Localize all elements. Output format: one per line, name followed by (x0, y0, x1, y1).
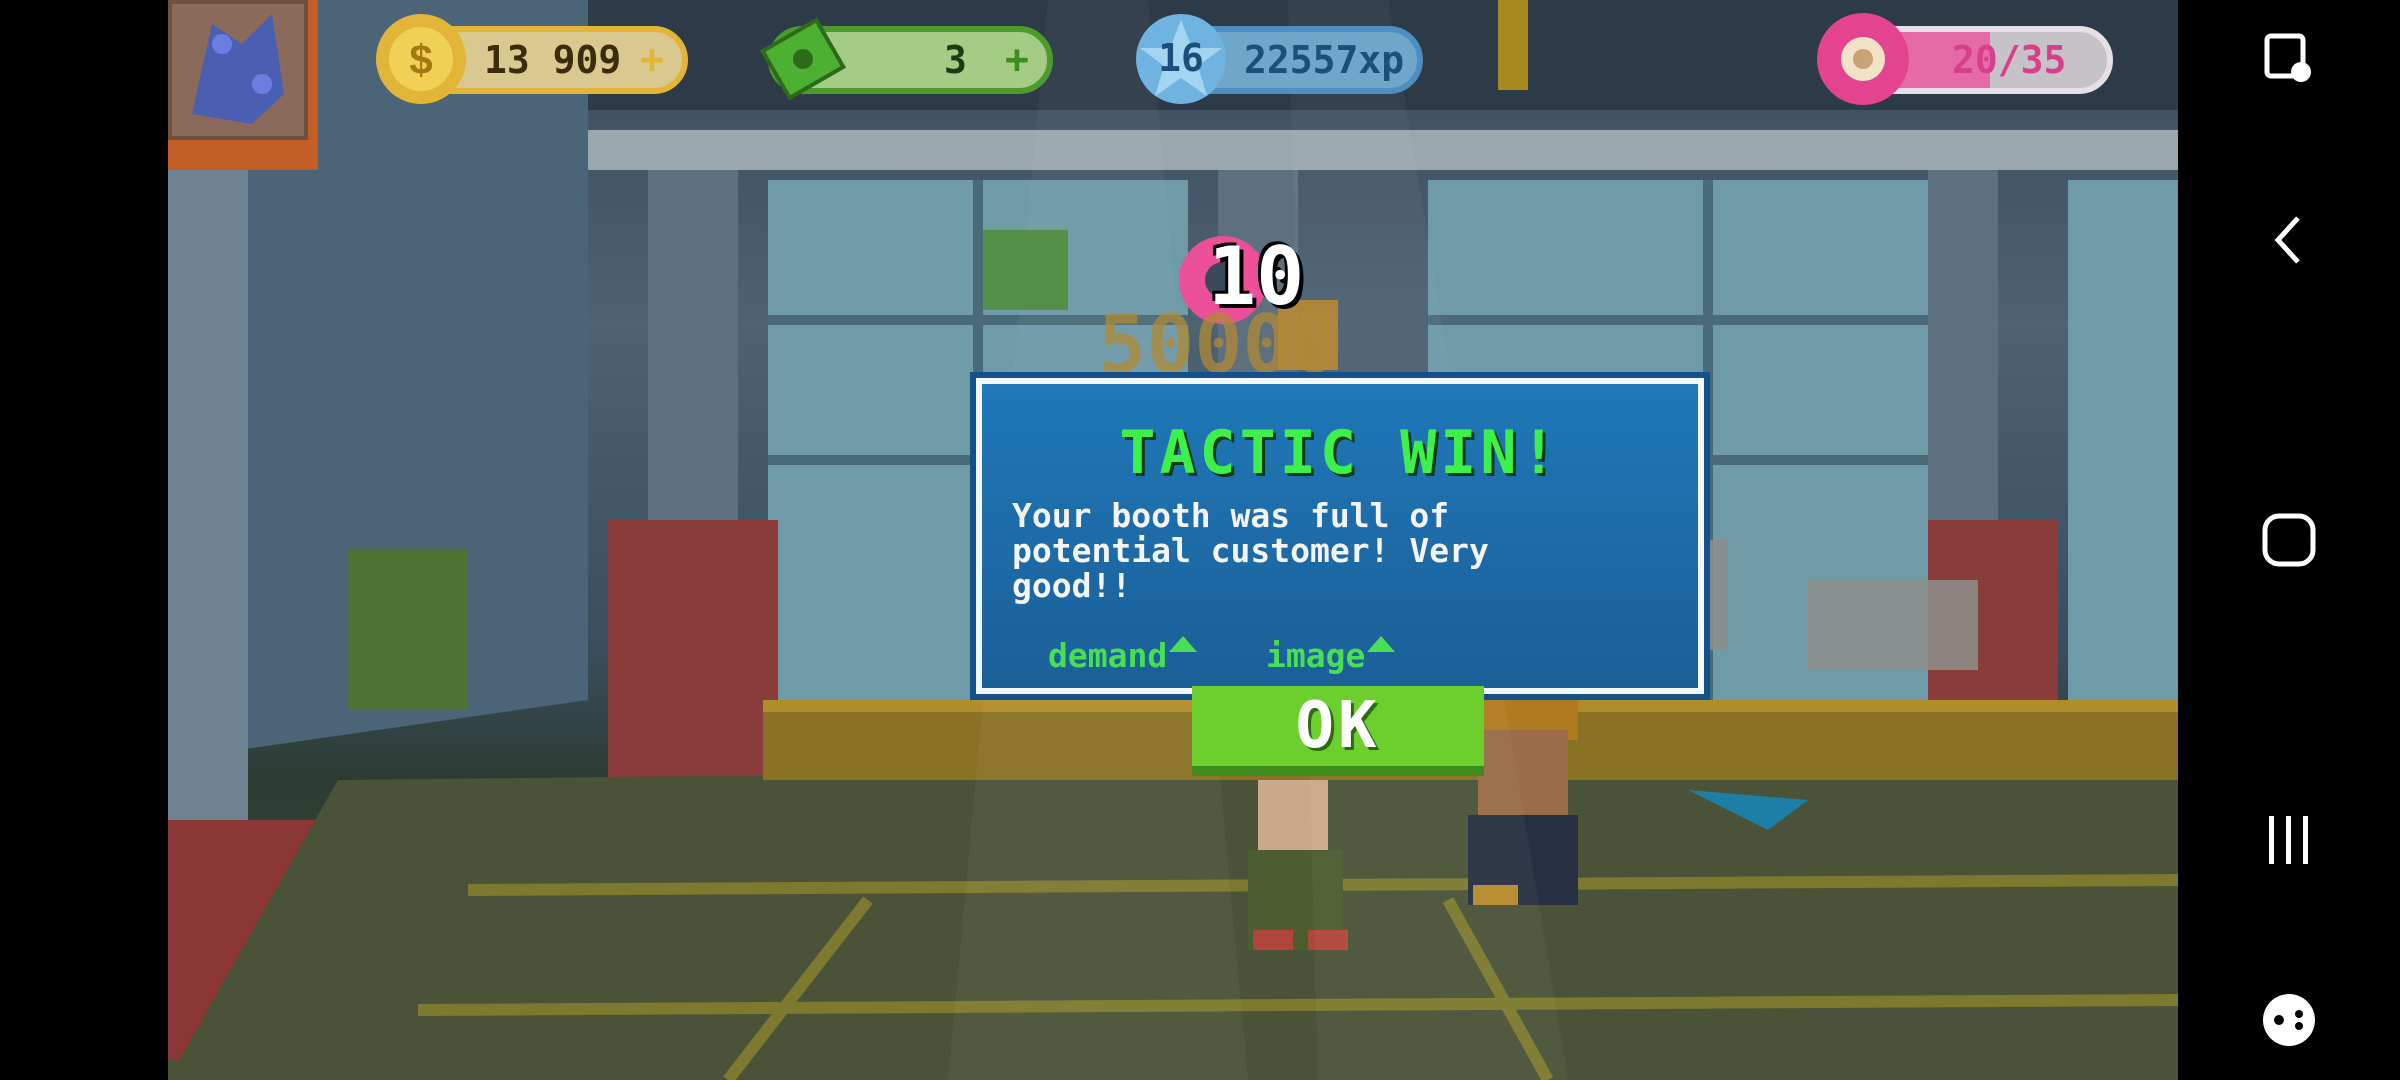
tactic-result-dialog: TACTIC WIN! Your booth was full of poten… (970, 372, 1710, 700)
character-portrait-icon[interactable] (168, 0, 308, 140)
level-star-icon: 16 (1136, 14, 1226, 104)
xp-amount: 22557xp (1244, 38, 1405, 82)
donut-icon (1808, 4, 1918, 114)
trend-up-icon (1169, 636, 1198, 652)
add-cash-button[interactable]: + (1005, 37, 1029, 83)
player-level: 16 (1158, 36, 1204, 80)
screen-capture-icon[interactable] (2178, 0, 2400, 120)
donut-amount: 20/35 (1952, 38, 2067, 82)
stat-image: image (1266, 636, 1396, 675)
donut-reward-amount: 10 (1208, 230, 1305, 323)
system-nav-bar (2178, 0, 2400, 1080)
game-tools-icon[interactable] (2178, 960, 2400, 1080)
ok-button[interactable]: OK (1192, 686, 1484, 776)
recent-apps-icon[interactable] (2178, 780, 2400, 900)
dialog-title: TACTIC WIN! (1119, 418, 1561, 488)
cash-icon (758, 14, 848, 104)
svg-text:$: $ (409, 36, 432, 83)
add-coins-button[interactable]: + (640, 37, 664, 83)
back-icon[interactable] (2178, 180, 2400, 300)
stat-demand: demand (1048, 636, 1198, 675)
dialog-message: Your booth was full of potential custome… (1012, 496, 1489, 605)
coin-icon: $ (376, 14, 466, 104)
hud-bar: 13 909 + $ 3 + 22557xp 16 20/35 (168, 0, 2178, 140)
stat-image-label: image (1266, 636, 1366, 675)
home-icon[interactable] (2178, 480, 2400, 600)
coin-amount: 13 909 (484, 38, 622, 82)
stat-demand-label: demand (1048, 636, 1168, 675)
game-viewport[interactable]: 50000 10 13 909 + $ 3 + 22557xp 16 20/35… (168, 0, 2178, 1080)
trend-up-icon (1367, 636, 1396, 652)
cash-amount: 3 (944, 38, 967, 82)
